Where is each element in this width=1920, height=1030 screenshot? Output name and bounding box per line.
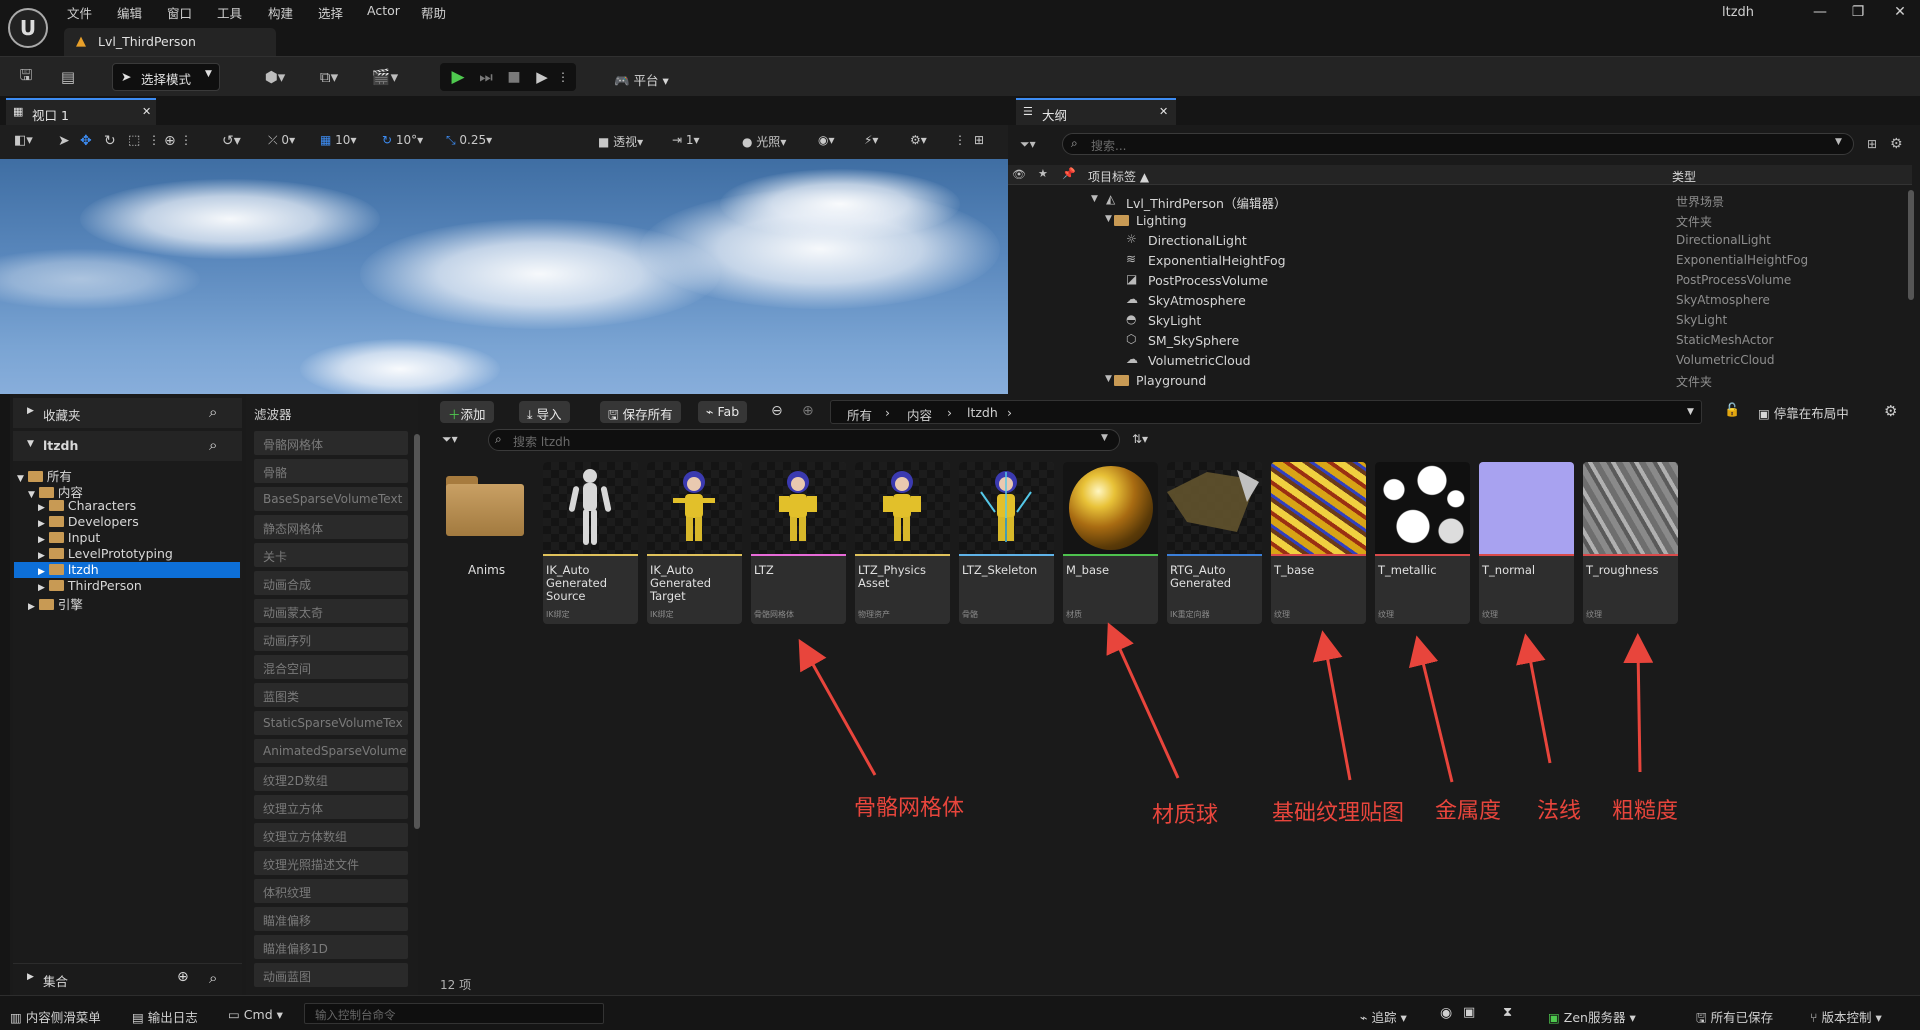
version-control-dropdown[interactable]: ⑂ 版本控制 ▾ bbox=[1810, 1007, 1882, 1026]
status-bar: ▥ 内容侧滑菜单 ▤ 输出日志 ▭ Cmd ▾ 输入控制台命令 ⌁ 追踪 ▾ ◉… bbox=[0, 995, 1920, 1030]
trace-label: 追踪 bbox=[1371, 1010, 1397, 1025]
annotation-label: 骨骼网格体 bbox=[854, 796, 965, 821]
saved-label: 所有已保存 bbox=[1710, 1010, 1774, 1025]
zen-label: Zen服务器 bbox=[1563, 1010, 1626, 1025]
console-input[interactable]: 输入控制台命令 bbox=[304, 1003, 604, 1024]
output-log-button[interactable]: ▤ 输出日志 bbox=[132, 1007, 198, 1026]
annotation-label: 粗糙度 bbox=[1612, 799, 1679, 824]
content-drawer-button[interactable]: ▥ 内容侧滑菜单 bbox=[10, 1007, 101, 1026]
save-status-icon: 🖫 bbox=[1696, 1010, 1711, 1025]
annotation-label: 基础纹理贴图 bbox=[1272, 801, 1405, 826]
vcs-label: 版本控制 bbox=[1821, 1010, 1872, 1025]
zen-icon: ▣ bbox=[1548, 1010, 1564, 1025]
trace-dropdown[interactable]: ⌁ 追踪 ▾ bbox=[1360, 1007, 1407, 1026]
annotation-label: 法线 bbox=[1537, 799, 1582, 824]
annotation-arrows bbox=[798, 622, 1654, 783]
drawer-label: 内容侧滑菜单 bbox=[25, 1010, 101, 1025]
annotation-label: 材质球 bbox=[1152, 803, 1219, 828]
all-saved-button[interactable]: 🖫 所有已保存 bbox=[1696, 1007, 1773, 1030]
cmd-dropdown[interactable]: ▭ Cmd ▾ bbox=[228, 1007, 283, 1022]
record-icon[interactable]: ◉ bbox=[1440, 1005, 1452, 1021]
log-label: 输出日志 bbox=[147, 1010, 198, 1025]
screenshot-icon[interactable]: ▣ bbox=[1463, 1005, 1475, 1020]
console-icon: ▭ bbox=[228, 1007, 244, 1022]
annotation-label: 金属度 bbox=[1435, 799, 1502, 824]
hourglass-icon[interactable]: ⧗ bbox=[1503, 1005, 1512, 1020]
trace-icon: ⌁ bbox=[1360, 1010, 1372, 1025]
log-icon: ▤ bbox=[132, 1010, 148, 1025]
zen-server-dropdown[interactable]: ▣ Zen服务器 ▾ bbox=[1548, 1007, 1636, 1026]
branch-icon: ⑂ bbox=[1810, 1010, 1822, 1025]
cmd-label: Cmd bbox=[243, 1007, 273, 1022]
console-placeholder: 输入控制台命令 bbox=[315, 1008, 396, 1022]
drawer-icon: ▥ bbox=[10, 1010, 26, 1025]
item-count: 12 项 bbox=[440, 978, 472, 992]
